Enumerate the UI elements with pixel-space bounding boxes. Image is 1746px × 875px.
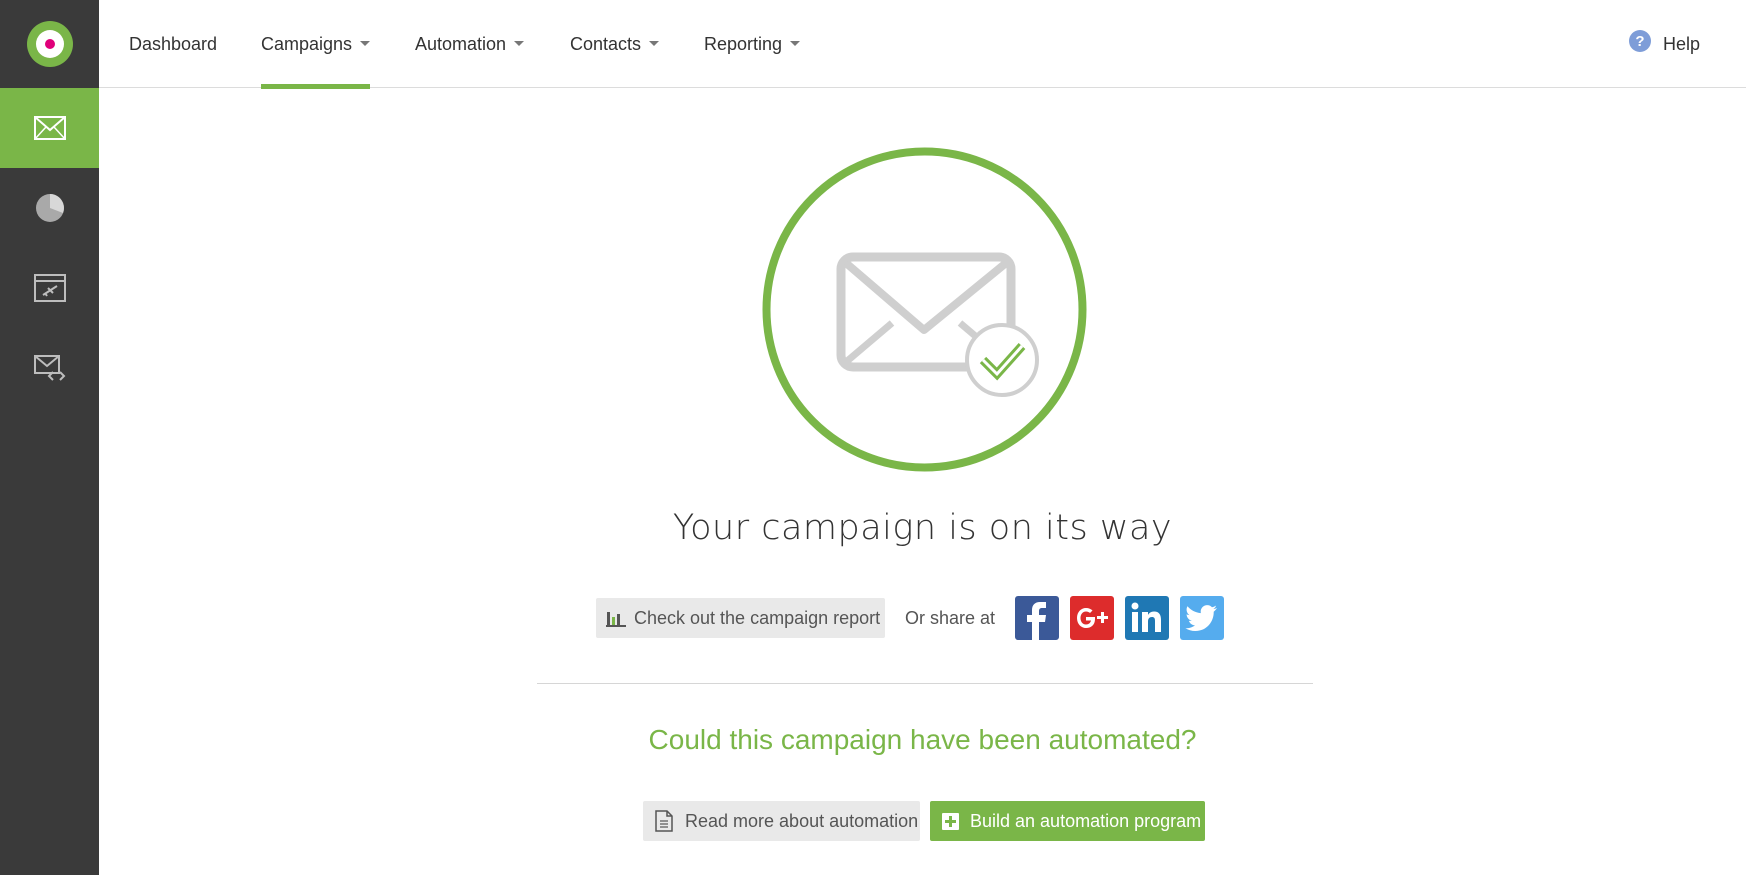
read-more-automation-label: Read more about automation bbox=[685, 810, 919, 831]
envelope-icon bbox=[33, 116, 66, 140]
nav-contacts[interactable]: Contacts bbox=[570, 0, 660, 88]
google-plus-icon bbox=[1077, 608, 1108, 628]
sidebar-item-landing-pages[interactable] bbox=[0, 248, 99, 328]
top-navigation: Dashboard Campaigns Automation Contacts … bbox=[99, 0, 1746, 89]
chevron-down-icon bbox=[649, 40, 660, 46]
share-twitter-button[interactable] bbox=[1180, 596, 1224, 640]
pie-chart-icon bbox=[35, 194, 64, 222]
envelope-check-icon bbox=[762, 147, 1087, 472]
email-code-icon bbox=[33, 355, 65, 381]
sidebar-item-templates[interactable] bbox=[0, 328, 99, 408]
build-automation-label: Build an automation program bbox=[970, 810, 1202, 831]
linkedin-icon bbox=[1131, 602, 1161, 632]
landing-page-plane-icon bbox=[33, 274, 66, 302]
chevron-down-icon bbox=[360, 40, 371, 46]
nav-dashboard-label: Dashboard bbox=[129, 33, 218, 54]
nav-reporting[interactable]: Reporting bbox=[704, 0, 801, 88]
nav-contacts-label: Contacts bbox=[570, 33, 642, 54]
automation-question: Could this campaign have been automated? bbox=[648, 724, 1197, 755]
chevron-down-icon bbox=[514, 40, 525, 46]
sidebar-item-campaigns[interactable] bbox=[0, 88, 99, 168]
help-label: Help bbox=[1662, 33, 1700, 54]
nav-campaigns-label: Campaigns bbox=[261, 33, 353, 54]
read-more-automation-button[interactable]: Read more about automation bbox=[643, 801, 920, 841]
campaign-sent-illustration bbox=[762, 147, 1087, 472]
page-title: Your campaign is on its way bbox=[672, 508, 1173, 548]
campaign-report-button[interactable]: Check out the campaign report bbox=[596, 598, 885, 638]
nav-dashboard[interactable]: Dashboard bbox=[129, 0, 217, 88]
share-google-plus-button[interactable] bbox=[1070, 596, 1114, 640]
sidebar bbox=[0, 0, 99, 875]
facebook-icon bbox=[1027, 602, 1046, 640]
help-link[interactable]: ? Help bbox=[1628, 0, 1700, 88]
sidebar-item-reporting[interactable] bbox=[0, 168, 99, 248]
nav-campaigns[interactable]: Campaigns bbox=[261, 0, 371, 89]
document-icon bbox=[655, 810, 673, 832]
plus-square-icon bbox=[942, 812, 959, 830]
build-automation-button[interactable]: Build an automation program bbox=[930, 801, 1205, 841]
campaign-report-label: Check out the campaign report bbox=[634, 607, 881, 628]
chevron-down-icon bbox=[790, 40, 801, 46]
twitter-icon bbox=[1185, 605, 1217, 631]
nav-automation[interactable]: Automation bbox=[415, 0, 525, 88]
app-logo[interactable] bbox=[0, 0, 99, 88]
bar-chart-icon bbox=[606, 609, 626, 627]
share-facebook-button[interactable] bbox=[1015, 596, 1059, 640]
share-label: Or share at bbox=[905, 607, 996, 628]
logo-icon bbox=[26, 21, 73, 67]
share-linkedin-button[interactable] bbox=[1125, 596, 1169, 640]
divider bbox=[537, 683, 1313, 684]
nav-reporting-label: Reporting bbox=[704, 33, 783, 54]
help-icon: ? bbox=[1628, 30, 1651, 52]
nav-automation-label: Automation bbox=[415, 33, 507, 54]
